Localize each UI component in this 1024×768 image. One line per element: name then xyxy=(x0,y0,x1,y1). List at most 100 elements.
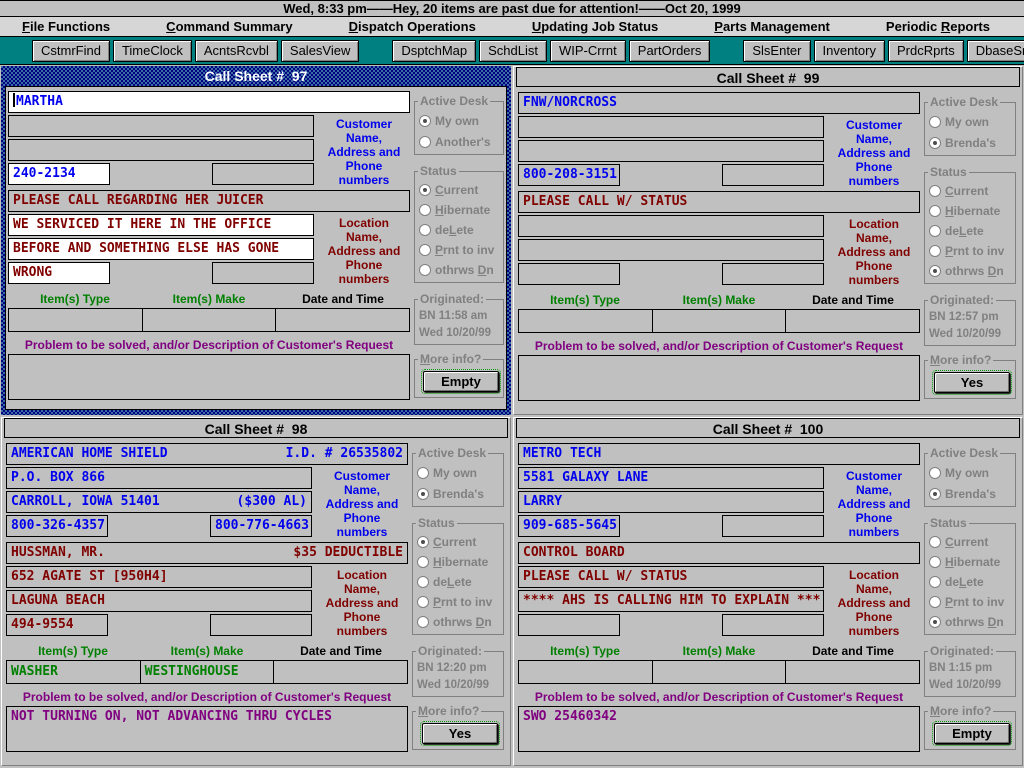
status-option-othrws-dn[interactable]: othrws Dn xyxy=(929,261,1015,281)
item-make-field[interactable] xyxy=(142,308,277,332)
status-option-othrws-dn[interactable]: othrws Dn xyxy=(929,612,1015,632)
status-option-current[interactable]: Current xyxy=(929,532,1015,552)
problem-field[interactable] xyxy=(518,355,920,401)
status-option-delete[interactable]: deLete xyxy=(417,572,503,592)
location-name-field[interactable]: CONTROL BOARD xyxy=(518,542,920,564)
customer-city-field[interactable]: LARRY xyxy=(518,491,824,513)
radio-brendas[interactable]: Brenda's xyxy=(929,483,1015,504)
status-option-delete[interactable]: deLete xyxy=(929,221,1015,241)
status-option-current[interactable]: Current xyxy=(417,532,503,552)
toolbar-button-timeclock[interactable]: TimeClock xyxy=(113,40,192,62)
customer-phone2-field[interactable] xyxy=(722,164,824,186)
location-city-field[interactable]: BEFORE AND SOMETHING ELSE HAS GONE xyxy=(8,238,314,260)
menu-parts-management[interactable]: Parts Management xyxy=(714,19,830,34)
toolbar-button-partorders[interactable]: PartOrders xyxy=(629,40,711,62)
location-city-field[interactable]: **** AHS IS CALLING HIM TO EXPLAIN *** xyxy=(518,590,824,612)
problem-field[interactable] xyxy=(8,354,410,400)
item-type-field[interactable] xyxy=(518,309,653,333)
status-option-current[interactable]: Current xyxy=(929,181,1015,201)
location-city-field[interactable] xyxy=(518,239,824,261)
customer-phone2-field[interactable] xyxy=(722,515,824,537)
status-option-hibernate[interactable]: Hibernate xyxy=(417,552,503,572)
location-address-field[interactable]: 652 AGATE ST [950H4] xyxy=(6,566,312,588)
item-type-field[interactable]: WASHER xyxy=(6,660,141,684)
toolbar-button-inventory[interactable]: Inventory xyxy=(814,40,885,62)
location-name-field[interactable]: PLEASE CALL W/ STATUS xyxy=(518,191,920,213)
customer-phone2-field[interactable] xyxy=(212,163,314,185)
location-name-field[interactable]: HUSSMAN, MR.$35 DEDUCTIBLE xyxy=(6,542,408,564)
status-option-hibernate[interactable]: Hibernate xyxy=(929,201,1015,221)
location-phone2-field[interactable] xyxy=(212,262,314,284)
toolbar-button-salesview[interactable]: SalesView xyxy=(281,40,359,62)
radio-anothers[interactable]: Another's xyxy=(419,131,503,152)
menu-command-summary[interactable]: Command Summary xyxy=(166,19,292,34)
toolbar-button-dsptchmap[interactable]: DsptchMap xyxy=(392,40,476,62)
status-option-othrws-dn[interactable]: othrws Dn xyxy=(419,260,503,280)
status-option-delete[interactable]: deLete xyxy=(419,220,503,240)
menu-dispatch-operations[interactable]: Dispatch Operations xyxy=(349,19,476,34)
radio-brendas[interactable]: Brenda's xyxy=(929,132,1015,153)
customer-phone1-field[interactable]: 240-2134 xyxy=(8,163,110,185)
status-option-current[interactable]: Current xyxy=(419,180,503,200)
radio-my-own[interactable]: My own xyxy=(929,111,1015,132)
location-phone1-field[interactable]: WRONG xyxy=(8,262,110,284)
location-address-field[interactable]: WE SERVICED IT HERE IN THE OFFICE xyxy=(8,214,314,236)
radio-brendas[interactable]: Brenda's xyxy=(417,483,503,504)
location-city-field[interactable]: LAGUNA BEACH xyxy=(6,590,312,612)
customer-city-field[interactable]: CARROLL, IOWA 51401($300 AL) xyxy=(6,491,312,513)
status-option-prnt-to-inv[interactable]: Prnt to inv xyxy=(929,592,1015,612)
location-address-field[interactable]: PLEASE CALL W/ STATUS xyxy=(518,566,824,588)
toolbar-button-dbasesrch[interactable]: DbaseSrch xyxy=(967,40,1024,62)
toolbar-button-wip-crrnt[interactable]: WIP-Crrnt xyxy=(550,40,626,62)
problem-field[interactable]: SWO 25460342 xyxy=(518,706,920,752)
location-phone2-field[interactable] xyxy=(210,614,312,636)
date-time-field[interactable] xyxy=(275,308,410,332)
radio-my-own[interactable]: My own xyxy=(417,462,503,483)
customer-phone1-field[interactable]: 800-326-4357 xyxy=(6,515,108,537)
customer-city-field[interactable] xyxy=(518,140,824,162)
item-make-field[interactable] xyxy=(652,309,787,333)
menu-file-functions[interactable]: File Functions xyxy=(22,19,110,34)
date-time-field[interactable] xyxy=(785,309,920,333)
more-info-button[interactable]: Yes xyxy=(934,372,1010,393)
location-address-field[interactable] xyxy=(518,215,824,237)
status-option-hibernate[interactable]: Hibernate xyxy=(419,200,503,220)
customer-phone2-field[interactable]: 800-776-4663 xyxy=(210,515,312,537)
toolbar-button-prdcrprts[interactable]: PrdcRprts xyxy=(888,40,964,62)
item-type-field[interactable] xyxy=(8,308,143,332)
status-option-delete[interactable]: deLete xyxy=(929,572,1015,592)
customer-address-field[interactable] xyxy=(8,115,314,137)
location-phone1-field[interactable] xyxy=(518,263,620,285)
toolbar-button-cstmrfind[interactable]: CstmrFind xyxy=(32,40,110,62)
location-phone1-field[interactable] xyxy=(518,614,620,636)
status-option-hibernate[interactable]: Hibernate xyxy=(929,552,1015,572)
menu-periodic-reports[interactable]: Periodic Reports xyxy=(886,19,990,34)
location-name-field[interactable]: PLEASE CALL REGARDING HER JUICER xyxy=(8,190,410,212)
customer-phone1-field[interactable]: 909-685-5645 xyxy=(518,515,620,537)
customer-phone1-field[interactable]: 800-208-3151 xyxy=(518,164,620,186)
customer-name-field[interactable]: MARTHA xyxy=(8,91,410,113)
status-option-prnt-to-inv[interactable]: Prnt to inv xyxy=(929,241,1015,261)
toolbar-button-schdlist[interactable]: SchdList xyxy=(479,40,547,62)
more-info-button[interactable]: Empty xyxy=(423,371,499,392)
more-info-button[interactable]: Empty xyxy=(934,723,1010,744)
status-option-prnt-to-inv[interactable]: Prnt to inv xyxy=(417,592,503,612)
more-info-button[interactable]: Yes xyxy=(422,723,498,744)
customer-address-field[interactable]: P.O. BOX 866 xyxy=(6,467,312,489)
customer-name-field[interactable]: AMERICAN HOME SHIELDI.D. # 26535802 xyxy=(6,443,408,465)
toolbar-button-slsenter[interactable]: SlsEnter xyxy=(743,40,810,62)
date-time-field[interactable] xyxy=(785,660,920,684)
customer-address-field[interactable] xyxy=(518,116,824,138)
item-make-field[interactable]: WESTINGHOUSE xyxy=(140,660,275,684)
customer-name-field[interactable]: METRO TECH xyxy=(518,443,920,465)
item-type-field[interactable] xyxy=(518,660,653,684)
status-option-prnt-to-inv[interactable]: Prnt to inv xyxy=(419,240,503,260)
date-time-field[interactable] xyxy=(273,660,408,684)
status-option-othrws-dn[interactable]: othrws Dn xyxy=(417,612,503,632)
customer-address-field[interactable]: 5581 GALAXY LANE xyxy=(518,467,824,489)
radio-my-own[interactable]: My own xyxy=(419,110,503,131)
toolbar-button-acntsrcvbl[interactable]: AcntsRcvbl xyxy=(195,40,278,62)
customer-city-field[interactable] xyxy=(8,139,314,161)
item-make-field[interactable] xyxy=(652,660,787,684)
menu-updating-job-status[interactable]: Updating Job Status xyxy=(532,19,658,34)
